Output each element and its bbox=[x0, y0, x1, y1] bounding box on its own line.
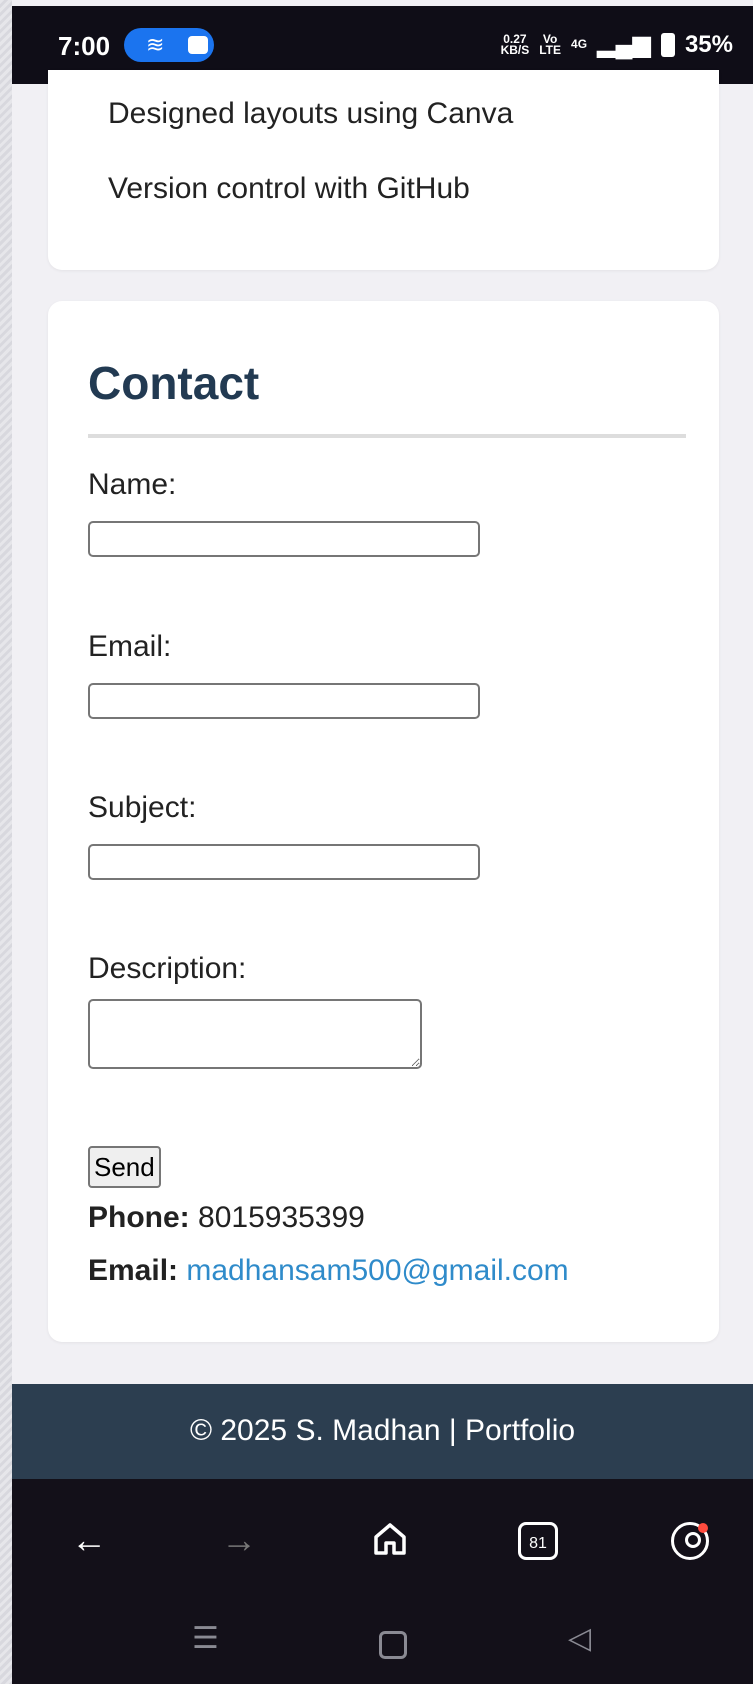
phone-screen: 7:00 ≋ 0.27 KB/S Vo LTE 4G ▂▄▆ 35% Desig… bbox=[12, 0, 753, 1684]
notification-dot bbox=[698, 1523, 708, 1533]
nav-home-icon[interactable] bbox=[379, 1631, 407, 1659]
hotspot-icon: ≋ bbox=[146, 32, 165, 57]
email-label: Email: bbox=[88, 630, 172, 663]
name-label: Name: bbox=[88, 468, 177, 501]
phone-info: Phone: 8015935399 bbox=[88, 1201, 365, 1235]
hotspot-pill[interactable]: ≋ bbox=[124, 28, 214, 62]
system-nav-bar: ☰ ◁ bbox=[12, 1599, 753, 1684]
name-input[interactable] bbox=[88, 521, 480, 557]
profile-icon[interactable] bbox=[668, 1519, 712, 1563]
background-frame bbox=[0, 0, 12, 1684]
contact-divider bbox=[88, 434, 686, 438]
net-speed-unit: KB/S bbox=[500, 42, 530, 57]
email-input[interactable] bbox=[88, 683, 480, 719]
subject-label: Subject: bbox=[88, 791, 197, 824]
tab-count-button[interactable]: 81 bbox=[518, 1522, 558, 1560]
phone-label: Phone: bbox=[88, 1201, 190, 1234]
description-label: Description: bbox=[88, 952, 247, 985]
back-arrow-icon[interactable]: ← bbox=[67, 1519, 111, 1563]
status-time: 7:00 bbox=[58, 31, 111, 61]
phone-value: 8015935399 bbox=[198, 1201, 365, 1234]
browser-toolbar: ← → 81 bbox=[12, 1479, 753, 1599]
skill-item: Designed layouts using Canva bbox=[108, 97, 514, 130]
contact-card: Contact Name: Email: Subject: Descriptio… bbox=[48, 301, 719, 1342]
skills-card: Designed layouts using Canva Version con… bbox=[48, 70, 719, 270]
contact-title: Contact bbox=[88, 357, 260, 409]
signal-icon: ▂▄▆ bbox=[597, 31, 651, 58]
send-button[interactable]: Send bbox=[88, 1146, 161, 1188]
volte-indicator: Vo LTE bbox=[539, 33, 562, 57]
battery-icon bbox=[660, 32, 675, 57]
forward-arrow-icon[interactable]: → bbox=[217, 1519, 261, 1563]
home-icon[interactable] bbox=[365, 1519, 415, 1563]
subject-input[interactable] bbox=[88, 844, 480, 880]
profile-ring bbox=[671, 1522, 709, 1560]
skill-item: Version control with GitHub bbox=[108, 172, 470, 205]
footer-text: © 2025 S. Madhan | Portfolio bbox=[189, 1414, 576, 1447]
description-textarea[interactable] bbox=[88, 999, 422, 1069]
home-icon-svg bbox=[374, 1523, 406, 1555]
email-info-label: Email: bbox=[88, 1254, 179, 1287]
page-footer: © 2025 S. Madhan | Portfolio bbox=[12, 1384, 753, 1479]
app-notification-icon bbox=[188, 36, 208, 54]
email-link[interactable]: madhansam500@gmail.com bbox=[186, 1254, 568, 1287]
network-type: 4G bbox=[571, 37, 588, 51]
status-indicators: 0.27 KB/S Vo LTE 4G ▂▄▆ 35% bbox=[501, 30, 733, 59]
email-info: Email: madhansam500@gmail.com bbox=[88, 1254, 569, 1288]
nav-back-icon[interactable]: ◁ bbox=[568, 1621, 591, 1656]
volte-bottom: LTE bbox=[539, 42, 562, 57]
recent-apps-icon[interactable]: ☰ bbox=[192, 1621, 219, 1656]
net-speed: 0.27 KB/S bbox=[500, 33, 530, 57]
battery-level: 35% bbox=[684, 30, 733, 58]
